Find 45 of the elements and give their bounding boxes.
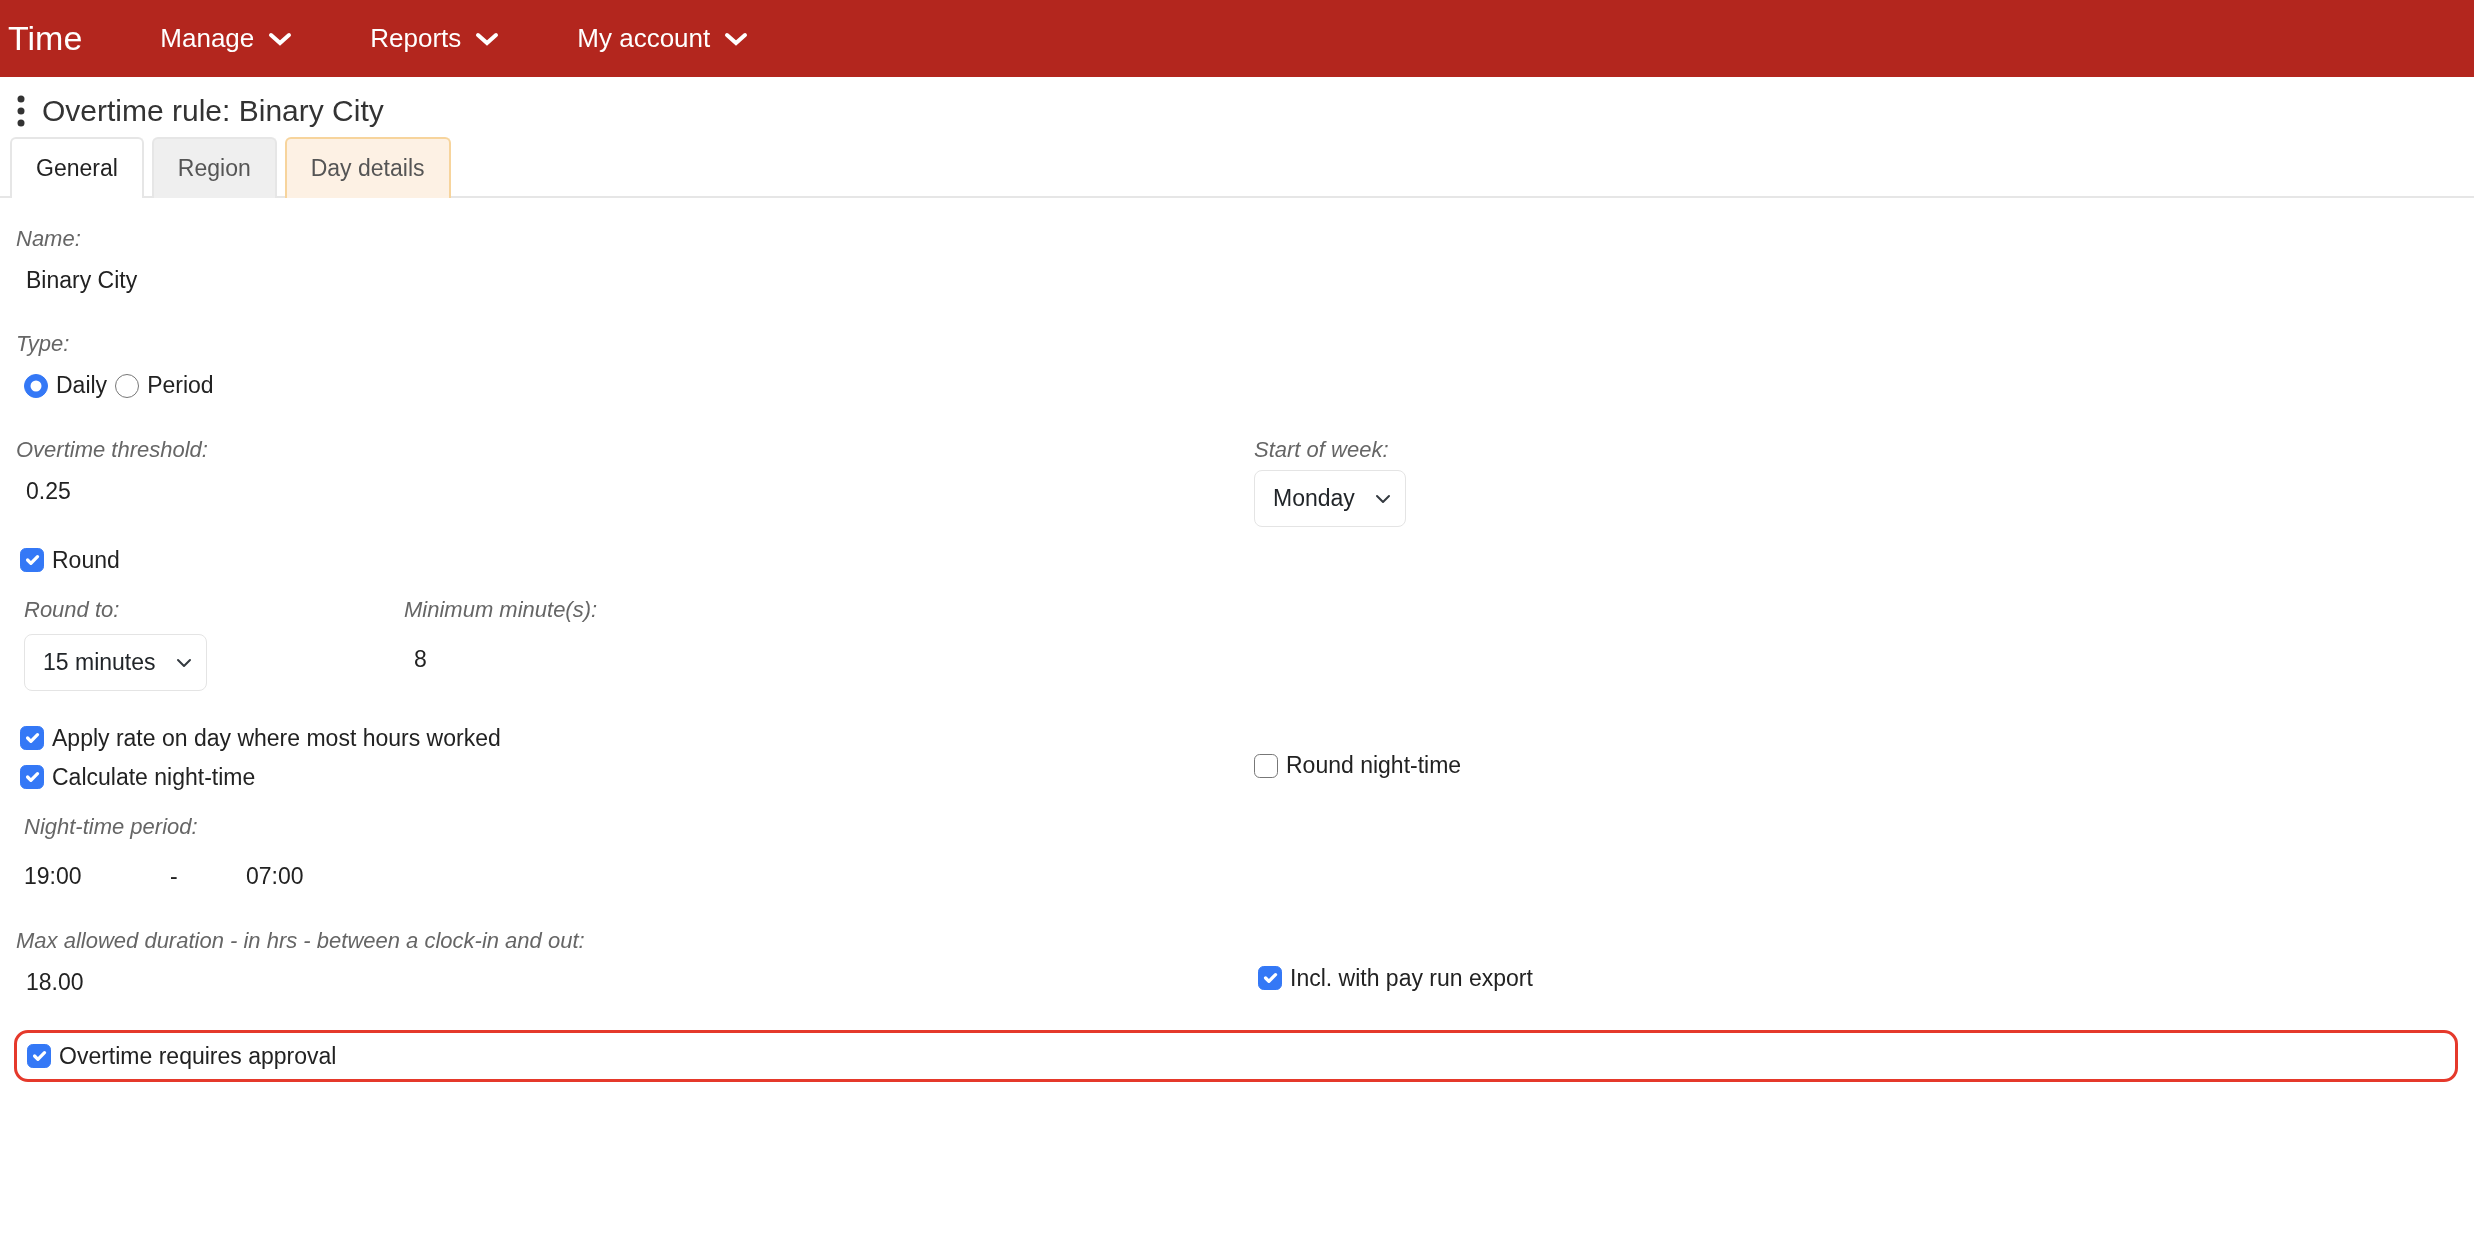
tab[interactable]: General <box>10 137 144 198</box>
kebab-menu-icon[interactable] <box>16 94 26 128</box>
minimum-minutes-value: 8 <box>413 645 427 675</box>
radio-label: Daily <box>56 371 108 401</box>
field-label: Start of week: <box>1254 436 1390 465</box>
radio-button[interactable] <box>115 373 140 398</box>
field-label: Round to: <box>24 596 121 625</box>
checkbox[interactable] <box>20 726 44 751</box>
round-to-select[interactable]: 15 minutes <box>24 634 207 691</box>
checkbox[interactable] <box>1254 753 1278 778</box>
tab[interactable]: Region <box>151 137 277 198</box>
checkbox[interactable] <box>20 548 44 573</box>
start-of-week-select[interactable]: Monday <box>1254 470 1406 527</box>
nav-menu[interactable]: Manage <box>146 19 307 58</box>
checkbox[interactable] <box>20 764 44 789</box>
radio-button[interactable] <box>24 373 48 398</box>
nav-menu[interactable]: Reports <box>356 19 514 58</box>
nav-menu[interactable]: My account <box>563 19 763 58</box>
checkbox-label: Calculate night-time <box>52 762 256 792</box>
tab[interactable]: Day details <box>284 137 451 198</box>
checkbox[interactable] <box>1258 966 1282 991</box>
checkbox-label: Round <box>52 545 120 575</box>
checkbox-label: Apply rate on day where most hours worked <box>52 724 501 754</box>
chevron-down-icon <box>475 30 500 47</box>
threshold-value: 0.25 <box>25 477 71 507</box>
max-duration-value: 18.00 <box>25 968 84 998</box>
app-brand[interactable]: Time <box>8 13 83 64</box>
radio-label: Period <box>147 371 214 401</box>
chevron-down-icon <box>268 30 293 47</box>
field-label: Overtime threshold: <box>16 436 209 465</box>
checkbox-label: Overtime requires approval <box>59 1041 337 1071</box>
checkbox[interactable] <box>27 1044 51 1069</box>
field-label: Minimum minute(s): <box>404 596 598 625</box>
field-label: Name: <box>16 224 82 253</box>
name-value: Binary City <box>25 265 138 295</box>
field-label: Night-time period: <box>24 813 199 842</box>
time-separator: - <box>170 862 179 892</box>
time-value: 07:00 <box>246 862 304 892</box>
checkbox-label: Incl. with pay run export <box>1290 964 1533 994</box>
field-label: Max allowed duration - in hrs - between a clock-in and out: <box>16 927 586 956</box>
field-label: Type: <box>16 330 71 359</box>
time-value: 19:00 <box>24 862 83 892</box>
checkbox-label: Round night-time <box>1286 751 1462 781</box>
page-title: Overtime rule: Binary City <box>42 93 384 129</box>
chevron-down-icon <box>724 30 749 47</box>
